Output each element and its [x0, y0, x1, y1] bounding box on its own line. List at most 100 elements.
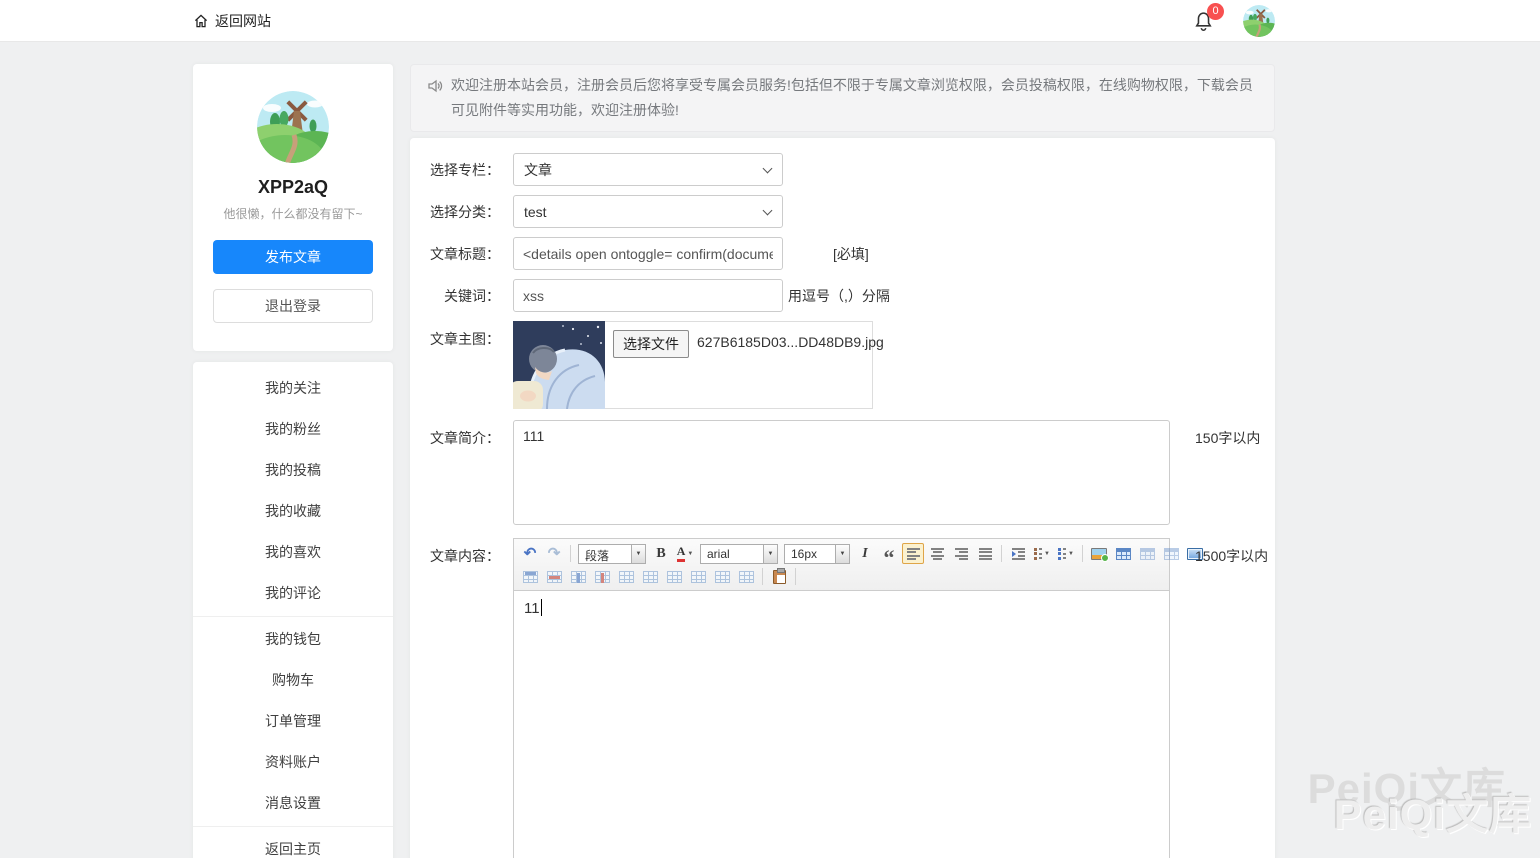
merge-down-icon	[667, 571, 682, 583]
delete-row-icon	[547, 571, 562, 583]
notifications-button[interactable]: 0	[1193, 10, 1215, 32]
insert-column-button[interactable]	[567, 566, 589, 587]
undo-button[interactable]: ↶	[519, 543, 541, 564]
category-label: 选择分类：	[410, 202, 500, 222]
sidebar-item-likes[interactable]: 我的喜欢	[193, 532, 393, 573]
publish-article-button[interactable]: 发布文章	[213, 240, 373, 274]
keywords-hint: 用逗号（,）分隔	[788, 286, 890, 306]
sidebar-item-favorites[interactable]: 我的收藏	[193, 491, 393, 532]
image-icon	[1091, 548, 1107, 560]
top-navbar: 返回网站 0	[0, 0, 1540, 42]
notification-count-badge: 0	[1207, 3, 1224, 20]
merge-down-button[interactable]	[663, 566, 685, 587]
user-bio: 他很懒，什么都没有留下~	[213, 205, 373, 222]
font-size-select-value: 16px	[785, 545, 835, 563]
screen: 返回网站 0	[0, 0, 1540, 858]
split-row-button[interactable]	[711, 566, 733, 587]
sidebar-item-posts[interactable]: 我的投稿	[193, 450, 393, 491]
user-avatar[interactable]	[1243, 5, 1275, 37]
summary-label: 文章简介：	[410, 420, 500, 448]
column-select-value: 文章	[524, 160, 552, 180]
sidebar-item-message-settings[interactable]: 消息设置	[193, 783, 393, 824]
logout-button[interactable]: 退出登录	[213, 289, 373, 323]
toolbar-separator	[795, 568, 796, 585]
summary-textarea[interactable]: 111	[513, 420, 1170, 525]
redo-button[interactable]: ↷	[543, 543, 565, 564]
keywords-label: 关键词：	[410, 286, 500, 306]
toolbar-separator	[1001, 545, 1002, 562]
sidebar-item-account[interactable]: 资料账户	[193, 742, 393, 783]
chevron-down-icon	[763, 206, 773, 216]
sidebar: XPP2aQ 他很懒，什么都没有留下~ 发布文章 退出登录 我的关注 我的粉丝 …	[193, 64, 393, 858]
ordered-list-button[interactable]: ▼	[1031, 543, 1053, 564]
welcome-notice-text: 欢迎注册本站会员，注册会员后您将享受专属会员服务!包括但不限于专属文章浏览权限，…	[451, 73, 1258, 123]
merge-cells-icon	[619, 571, 634, 583]
insert-image-button[interactable]	[1088, 543, 1110, 564]
rich-text-editor: ↶ ↷ 段落 ▼ B A ▼	[513, 538, 1170, 858]
font-size-select[interactable]: 16px ▼	[784, 544, 850, 564]
insert-column-icon	[571, 571, 586, 583]
split-cells-icon	[691, 571, 706, 583]
sidebar-item-cart[interactable]: 购物车	[193, 660, 393, 701]
choose-file-button[interactable]: 选择文件	[613, 330, 689, 358]
editor-toolbar: ↶ ↷ 段落 ▼ B A ▼	[514, 539, 1169, 591]
title-input[interactable]	[513, 237, 783, 270]
sidebar-item-fans[interactable]: 我的粉丝	[193, 409, 393, 450]
merge-cells-button[interactable]	[615, 566, 637, 587]
sidebar-item-back-home[interactable]: 返回主页	[193, 829, 393, 858]
profile-avatar	[257, 91, 329, 163]
delete-table-button[interactable]	[1136, 543, 1158, 564]
table-properties-icon	[1164, 548, 1179, 560]
font-color-icon: A	[677, 545, 686, 561]
speaker-icon	[427, 78, 443, 94]
paste-button[interactable]	[768, 566, 790, 587]
font-family-select[interactable]: arial ▼	[700, 544, 778, 564]
category-select[interactable]: test	[513, 195, 783, 228]
merge-right-icon	[643, 571, 658, 583]
delete-row-button[interactable]	[543, 566, 565, 587]
delete-column-button[interactable]	[591, 566, 613, 587]
content-hint: 1500字以内	[1195, 538, 1268, 566]
sidebar-item-wallet[interactable]: 我的钱包	[193, 619, 393, 660]
sidebar-item-follows[interactable]: 我的关注	[193, 368, 393, 409]
indent-button[interactable]	[1007, 543, 1029, 564]
table-properties-button[interactable]	[1160, 543, 1182, 564]
dropdown-arrow-icon: ▼	[1068, 551, 1074, 557]
back-to-site-link[interactable]: 返回网站	[193, 11, 271, 31]
split-column-icon	[739, 571, 754, 583]
sidebar-item-comments[interactable]: 我的评论	[193, 573, 393, 614]
align-right-button[interactable]	[950, 543, 972, 564]
paragraph-select[interactable]: 段落 ▼	[578, 544, 646, 564]
welcome-notice: 欢迎注册本站会员，注册会员后您将享受专属会员服务!包括但不限于专属文章浏览权限，…	[410, 64, 1275, 132]
unordered-list-icon	[1058, 548, 1066, 560]
editor-content[interactable]: 11	[514, 591, 1169, 858]
split-cells-button[interactable]	[687, 566, 709, 587]
undo-icon: ↶	[524, 546, 537, 561]
table-icon	[1116, 548, 1131, 560]
toolbar-separator	[1082, 545, 1083, 562]
insert-row-button[interactable]	[519, 566, 541, 587]
align-center-button[interactable]	[926, 543, 948, 564]
keywords-input[interactable]	[513, 279, 783, 312]
justify-button[interactable]	[974, 543, 996, 564]
split-column-button[interactable]	[735, 566, 757, 587]
align-right-icon	[955, 548, 968, 560]
insert-table-button[interactable]	[1112, 543, 1134, 564]
split-row-icon	[715, 571, 730, 583]
bold-button[interactable]: B	[650, 543, 672, 564]
align-left-button[interactable]	[902, 543, 924, 564]
delete-table-icon	[1140, 548, 1155, 560]
summary-hint: 150字以内	[1195, 420, 1260, 448]
italic-button[interactable]: I	[854, 543, 876, 564]
blockquote-button[interactable]: “	[878, 543, 900, 564]
merge-right-button[interactable]	[639, 566, 661, 587]
sleeping-person-illustration	[513, 321, 605, 409]
column-select[interactable]: 文章	[513, 153, 783, 186]
sidebar-item-orders[interactable]: 订单管理	[193, 701, 393, 742]
main-content: 欢迎注册本站会员，注册会员后您将享受专属会员服务!包括但不限于专属文章浏览权限，…	[410, 64, 1275, 858]
main-image-label: 文章主图：	[410, 321, 500, 349]
unordered-list-button[interactable]: ▼	[1055, 543, 1077, 564]
home-icon	[193, 13, 209, 29]
font-color-button[interactable]: A ▼	[674, 543, 696, 564]
required-hint: [必填]	[833, 244, 869, 264]
